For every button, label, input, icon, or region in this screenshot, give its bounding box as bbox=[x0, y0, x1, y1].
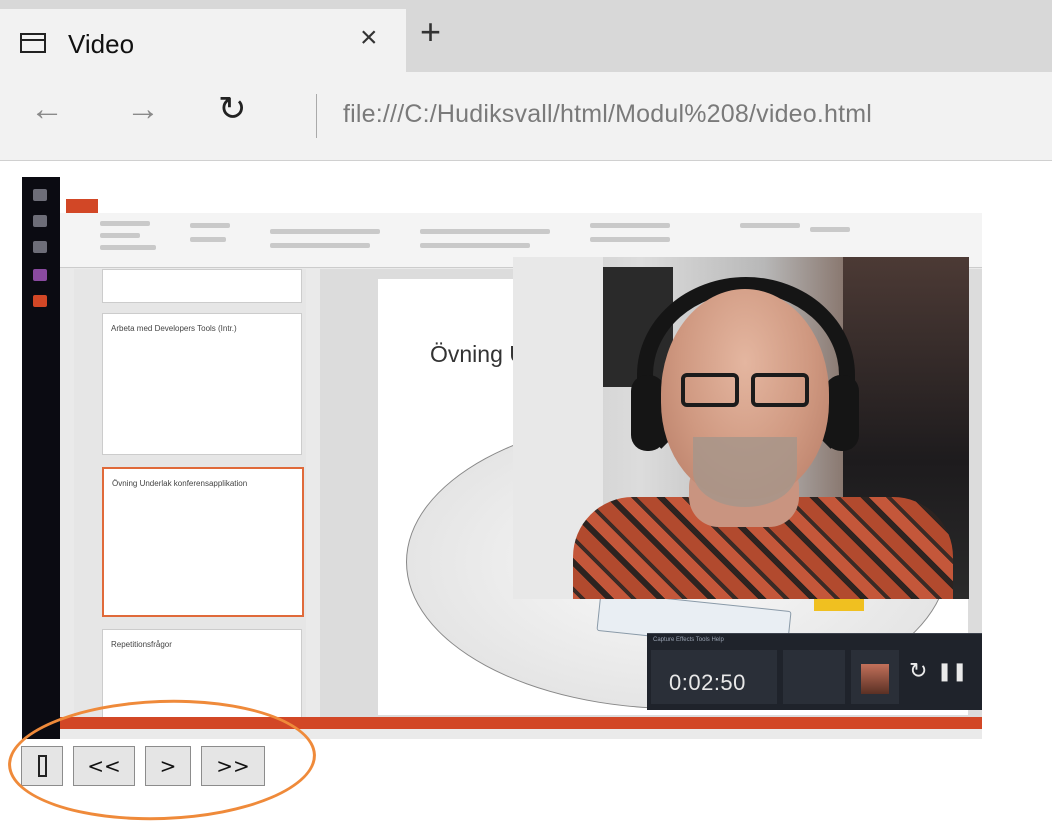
stop-button[interactable] bbox=[21, 746, 63, 786]
task-view-icon bbox=[33, 241, 47, 253]
address-bar: ← → ↻ file:///C:/Hudiksvall/html/Modul%2… bbox=[0, 72, 1052, 161]
new-tab-icon[interactable]: + bbox=[420, 14, 441, 50]
audio-level bbox=[783, 650, 845, 704]
slide-thumbnail bbox=[102, 269, 302, 303]
refresh-icon[interactable]: ↻ bbox=[218, 92, 247, 126]
slide-thumbnail: Arbeta med Developers Tools (Intr.) bbox=[102, 313, 302, 455]
webcam-preview bbox=[851, 650, 899, 704]
recorder-panel: Capture Effects Tools Help 0:02:50 ↻ ❚❚ bbox=[647, 633, 982, 710]
ppt-file-tab bbox=[66, 199, 98, 213]
back-arrow-icon[interactable]: ← bbox=[30, 92, 64, 126]
slide-thumbnail-selected: Övning Underlak konferensapplikation bbox=[102, 467, 304, 617]
browser-tab[interactable]: Video × bbox=[0, 9, 406, 72]
rewind-button[interactable]: << bbox=[73, 746, 135, 786]
play-button[interactable]: > bbox=[145, 746, 191, 786]
slide-thumbnails: Arbeta med Developers Tools (Intr.) Övni… bbox=[74, 269, 306, 719]
glasses bbox=[677, 373, 817, 413]
video-player[interactable]: Arbeta med Developers Tools (Intr.) Övni… bbox=[22, 177, 982, 739]
powerpoint-icon bbox=[33, 295, 47, 307]
tab-title: Video bbox=[68, 29, 135, 59]
stop-icon bbox=[37, 755, 47, 777]
search-icon bbox=[33, 215, 47, 227]
slide-thumbnail: Repetitionsfrågor bbox=[102, 629, 302, 719]
forward-arrow-icon[interactable]: → bbox=[126, 92, 160, 126]
fast-forward-button[interactable]: >> bbox=[201, 746, 265, 786]
tab-page-icon bbox=[20, 33, 46, 53]
folder-image bbox=[814, 597, 864, 611]
webcam-overlay bbox=[513, 257, 969, 599]
ppt-ribbon-tabs bbox=[60, 199, 982, 213]
address-separator bbox=[316, 94, 317, 138]
app-icon bbox=[33, 269, 47, 281]
ppt-titlebar bbox=[60, 177, 982, 199]
windows-start-icon bbox=[33, 189, 47, 201]
recording-time: 0:02:50 bbox=[669, 670, 746, 695]
tab-bar: Video × + bbox=[0, 0, 1052, 72]
url-field[interactable]: file:///C:/Hudiksvall/html/Modul%208/vid… bbox=[343, 100, 872, 129]
ppt-statusbar bbox=[60, 717, 982, 729]
close-tab-icon[interactable]: × bbox=[360, 23, 378, 53]
restart-icon: ↻ bbox=[909, 658, 928, 683]
recorder-menu: Capture Effects Tools Help bbox=[653, 637, 724, 643]
recorded-taskbar bbox=[22, 177, 60, 739]
pause-icon: ❚❚ bbox=[937, 661, 968, 681]
slide-title: Övning U bbox=[430, 341, 526, 367]
